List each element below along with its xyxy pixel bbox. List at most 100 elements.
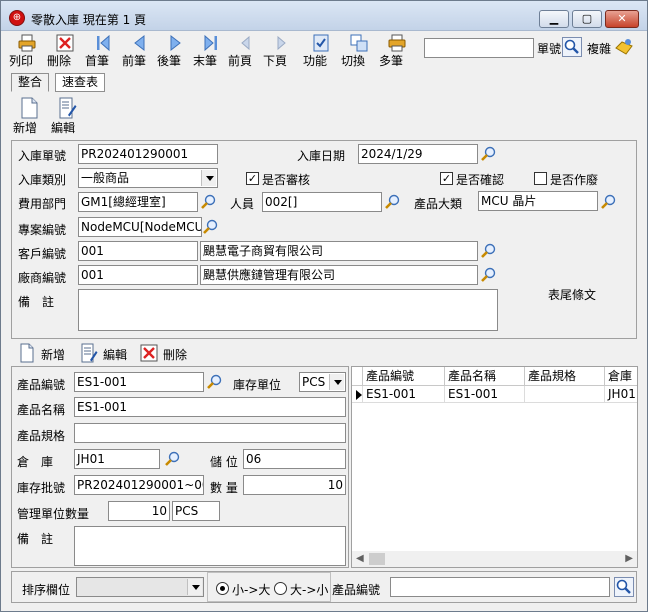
mgmt-qty-field[interactable]: 10 xyxy=(108,501,170,521)
complex-search-icon[interactable] xyxy=(613,36,635,58)
qty-field[interactable]: 10 xyxy=(243,475,346,495)
staff-label: 人員 xyxy=(230,197,255,211)
staff-field[interactable]: 002[] xyxy=(262,192,382,212)
next-page-button[interactable]: 下頁 xyxy=(263,33,299,71)
column-header[interactable]: 產品編號 xyxy=(363,367,445,386)
multi-record-button[interactable]: 多筆 xyxy=(379,33,415,71)
reviewed-checkbox[interactable]: ✓ xyxy=(246,172,259,185)
title-bar: ⊕ 零散入庫 現在第 1 頁 ▁ ▢ ✕ xyxy=(1,1,647,31)
complex-search-label: 複雜 xyxy=(587,42,612,56)
confirmed-checkbox[interactable]: ✓ xyxy=(440,172,453,185)
last-record-button[interactable]: 末筆 xyxy=(193,33,229,71)
sort-field-select[interactable] xyxy=(76,577,204,597)
table-row[interactable]: ES1-001 ES1-001 JH01 xyxy=(352,386,637,403)
previous-page-button[interactable]: 前頁 xyxy=(228,33,264,71)
product-spec-field[interactable] xyxy=(74,423,346,443)
previous-record-button[interactable]: 前筆 xyxy=(122,33,158,71)
search-label: 單號 xyxy=(537,42,562,56)
search-icon[interactable] xyxy=(614,577,634,597)
scroll-right-icon[interactable]: ▶ xyxy=(625,553,633,564)
delete-icon xyxy=(140,344,158,362)
category-lookup-icon[interactable] xyxy=(600,193,618,211)
table-cell[interactable]: ES1-001 xyxy=(445,386,525,403)
customer-name-field[interactable]: 颶慧電子商貿有限公司 xyxy=(200,241,478,261)
minimize-button[interactable]: ▁ xyxy=(539,10,569,28)
table-cell[interactable] xyxy=(525,386,605,403)
row-header-cell xyxy=(352,367,363,386)
category-field[interactable]: MCU 晶片 xyxy=(478,191,598,211)
customer-code-field[interactable]: 001 xyxy=(78,241,198,261)
vendor-lookup-icon[interactable] xyxy=(480,266,498,284)
next-page-icon xyxy=(277,35,286,51)
switch-icon xyxy=(350,34,368,52)
multi-record-icon xyxy=(388,34,406,52)
receipt-date-field[interactable]: 2024/1/29 xyxy=(358,144,478,164)
table-cell[interactable]: JH01 xyxy=(605,386,637,403)
product-code-field[interactable]: ES1-001 xyxy=(74,372,204,392)
tab-quick-lookup[interactable]: 速查表 xyxy=(55,73,106,92)
product-lookup-icon[interactable] xyxy=(206,373,224,391)
project-field[interactable]: NodeMCU[NodeMCU專案] xyxy=(78,217,202,237)
staff-lookup-icon[interactable] xyxy=(384,193,402,211)
chevron-down-icon xyxy=(329,374,344,390)
function-button[interactable]: 功能 xyxy=(303,33,339,71)
batch-field[interactable]: PR202401290001~001~001 xyxy=(74,475,204,495)
sort-desc-radio[interactable] xyxy=(274,582,287,595)
delete-button[interactable]: 刪除 xyxy=(47,33,83,71)
receipt-type-select[interactable]: 一般商品 xyxy=(78,168,218,188)
detail-new-button[interactable]: 新增 xyxy=(17,343,77,365)
column-header[interactable]: 倉庫 xyxy=(605,367,637,386)
product-name-label: 產品名稱 xyxy=(17,403,66,417)
tab-integrated[interactable]: 整合 xyxy=(11,73,50,92)
footer-product-code-input[interactable] xyxy=(390,577,610,597)
dept-field[interactable]: GM1[總經理室] xyxy=(78,192,198,212)
warehouse-field[interactable]: JH01 xyxy=(74,449,160,469)
receipt-no-field[interactable]: PR202401290001 xyxy=(78,144,218,164)
row-selector[interactable] xyxy=(352,386,363,403)
vendor-name-field[interactable]: 颶慧供應鏈管理有限公司 xyxy=(200,265,478,285)
detail-grid[interactable]: 產品編號 產品名稱 產品規格 倉庫 ES1-001 ES1-001 JH01 ◀… xyxy=(351,366,638,568)
maximize-button[interactable]: ▢ xyxy=(572,10,602,28)
scroll-left-icon[interactable]: ◀ xyxy=(356,553,364,564)
customer-lookup-icon[interactable] xyxy=(480,242,498,260)
detail-edit-button[interactable]: 編輯 xyxy=(79,343,139,365)
grid-header: 產品編號 產品名稱 產品規格 倉庫 xyxy=(352,367,637,386)
horizontal-scrollbar[interactable]: ◀ ▶ xyxy=(352,551,637,567)
close-button[interactable]: ✕ xyxy=(605,10,639,28)
detail-delete-button[interactable]: 刪除 xyxy=(139,343,199,365)
column-header[interactable]: 產品規格 xyxy=(525,367,605,386)
sort-asc-radio[interactable] xyxy=(216,582,229,595)
voided-checkbox[interactable] xyxy=(534,172,547,185)
date-picker-icon[interactable] xyxy=(480,145,498,163)
header-remark-field[interactable] xyxy=(78,289,498,331)
footer-product-code-label: 產品編號 xyxy=(332,583,381,597)
footer-text-label[interactable]: 表尾條文 xyxy=(548,286,596,303)
print-button[interactable]: 列印 xyxy=(9,33,45,71)
project-lookup-icon[interactable] xyxy=(202,218,220,236)
warehouse-lookup-icon[interactable] xyxy=(164,450,182,468)
vendor-code-field[interactable]: 001 xyxy=(78,265,198,285)
scroll-thumb[interactable] xyxy=(369,553,385,565)
table-cell[interactable]: ES1-001 xyxy=(363,386,445,403)
stock-unit-select[interactable]: PCS xyxy=(299,372,346,392)
location-field[interactable]: 06 xyxy=(243,449,346,469)
search-icon[interactable] xyxy=(562,37,582,57)
header-edit-button[interactable]: 編輯 xyxy=(51,97,83,135)
first-record-button[interactable]: 首筆 xyxy=(85,33,121,71)
detail-remark-field[interactable] xyxy=(74,526,346,566)
printer-icon xyxy=(18,34,36,52)
product-code-label: 產品編號 xyxy=(17,378,66,392)
receipt-search-input[interactable] xyxy=(424,38,534,58)
dept-lookup-icon[interactable] xyxy=(200,193,218,211)
delete-icon xyxy=(56,34,74,52)
next-record-button[interactable]: 後筆 xyxy=(157,33,193,71)
confirmed-label: 是否確認 xyxy=(456,173,505,187)
sort-order-group: 小->大 大->小 xyxy=(207,572,331,602)
header-new-button[interactable]: 新增 xyxy=(13,97,45,135)
mgmt-unit-field[interactable]: PCS xyxy=(172,501,220,521)
product-name-field[interactable]: ES1-001 xyxy=(74,397,346,417)
switch-button[interactable]: 切換 xyxy=(341,33,377,71)
last-record-icon xyxy=(204,34,217,52)
main-window: ⊕ 零散入庫 現在第 1 頁 ▁ ▢ ✕ 列印 刪除 首筆 前筆 後筆 末筆 前… xyxy=(0,0,648,612)
column-header[interactable]: 產品名稱 xyxy=(445,367,525,386)
